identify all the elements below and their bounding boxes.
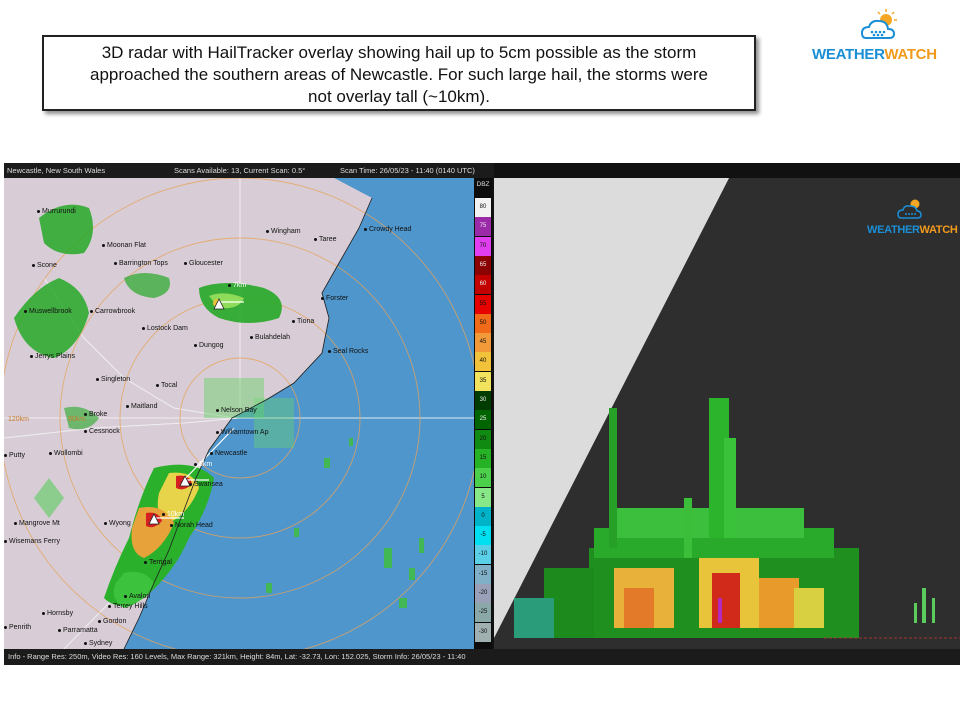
dbz-scale-cell: 80: [475, 198, 491, 217]
hail-height-label: 9km: [194, 461, 212, 468]
place-label: Sydney: [84, 640, 112, 647]
brand-word-weather: WEATHER: [867, 224, 920, 236]
dbz-scale-cell: 10: [475, 468, 491, 488]
cross-section-wordmark: WEATHERWATCH: [867, 224, 958, 236]
brand-word-watch: WATCH: [884, 46, 937, 63]
radar-scans: Scans Available: 13, Current Scan: 0.5°: [174, 166, 306, 175]
brand-word-weather: WEATHER: [812, 46, 885, 63]
cloud-sun-icon: [897, 199, 922, 219]
brand-word-watch: WATCH: [919, 224, 958, 236]
dbz-scale-cell: -25: [475, 603, 491, 623]
dbz-scale-cell: -10: [475, 545, 491, 565]
place-label: Maitland: [126, 403, 157, 410]
place-label: Taree: [314, 236, 337, 243]
cross-section-logo: WEATHERWATCH: [867, 195, 958, 240]
caption-box: 3D radar with HailTracker overlay showin…: [42, 35, 756, 111]
dbz-scale-cell: 75: [475, 217, 491, 237]
place-label: Avalon: [124, 593, 150, 600]
place-label: Dungog: [194, 342, 224, 349]
place-label: Seal Rocks: [328, 348, 368, 355]
dbz-scale-cell: 15: [475, 448, 491, 468]
brand-wordmark: WEATHERWATCH: [812, 46, 937, 63]
place-label: Barrington Tops: [114, 260, 168, 267]
dbz-scale-cell: -5: [475, 526, 491, 546]
slide: 3D radar with HailTracker overlay showin…: [0, 0, 960, 720]
radar-cross-section[interactable]: WEATHERWATCH: [494, 178, 960, 649]
place-label: Gordon: [98, 618, 126, 625]
dbz-color-scale: DBZ 80 75 70 65 60 55 50 45 40 35 30 25 20 15 10 5 0 -5 -1…: [474, 178, 492, 649]
place-label: Hornsby: [42, 610, 73, 617]
place-label: Wingham: [266, 228, 301, 235]
place-label: Lostock Dam: [142, 325, 188, 332]
dbz-scale-cell: 30: [475, 391, 491, 410]
place-label: Forster: [321, 295, 348, 302]
radar-viewer: Newcastle, New South Wales Scans Availab…: [4, 163, 960, 665]
dbz-scale-cell: 35: [475, 371, 491, 391]
place-label: Muswellbrook: [24, 308, 72, 315]
place-label: Jerrys Plains: [30, 353, 75, 360]
range-label-120km: 120km: [8, 416, 30, 423]
dbz-scale-cell: 20: [475, 429, 491, 449]
place-label: Cessnock: [84, 428, 120, 435]
place-label: Putty: [4, 452, 25, 459]
place-label: Moonan Flat: [102, 242, 146, 249]
radar-info-bar: Info - Range Res: 250m, Video Res: 160 L…: [4, 649, 960, 665]
place-label: Mangrove Mt: [14, 520, 60, 527]
caption-line-3: not overlay tall (~10km).: [308, 87, 490, 106]
dbz-scale-cell: 65: [475, 255, 491, 275]
dbz-scale-cell: -15: [475, 564, 491, 584]
dbz-scale-cell: 25: [475, 410, 491, 430]
caption-line-2: approached the southern areas of Newcast…: [90, 65, 708, 84]
place-label: Crowdy Head: [364, 226, 411, 233]
dbz-scale-cell: 40: [475, 352, 491, 372]
place-label: Tocal: [156, 382, 177, 389]
weatherwatch-logo: WEATHERWATCH: [812, 6, 952, 66]
hail-height-label: 10km: [162, 511, 184, 518]
place-label: Terrigal: [144, 559, 172, 566]
place-label: Williamtown Ap: [216, 429, 268, 436]
place-label: Norah Head: [170, 522, 213, 529]
dbz-scale-title: DBZ: [476, 181, 490, 188]
radar-status-bar: Newcastle, New South Wales Scans Availab…: [4, 163, 494, 178]
dbz-scale-cell: 5: [475, 487, 491, 507]
place-label: Broke: [84, 411, 107, 418]
radar-scan-time: Scan Time: 26/05/23 - 11:40 (0140 UTC): [340, 166, 475, 175]
range-label-90km: 90km: [68, 416, 86, 423]
place-label: Wyong: [104, 520, 131, 527]
place-label: Singleton: [96, 376, 130, 383]
place-label: Carrowbrook: [90, 308, 135, 315]
place-label: Murrurundi: [37, 208, 76, 215]
place-label: Terrey Hills: [108, 603, 148, 610]
place-label: Wollombi: [49, 450, 83, 457]
dbz-scale-cell: -20: [475, 584, 491, 603]
dbz-scale-cell: 60: [475, 275, 491, 295]
dbz-scale-cell: 55: [475, 294, 491, 314]
radar-map[interactable]: Murrurundi Moonan Flat Wingham Taree Cro…: [4, 178, 474, 649]
dbz-scale-cell: 70: [475, 236, 491, 256]
cloud-sun-icon: [860, 9, 897, 39]
place-label: Penrith: [4, 624, 31, 631]
place-label: Wisemans Ferry: [4, 538, 60, 545]
dbz-scale-cell: -30: [475, 622, 491, 642]
place-label: Scone: [32, 262, 57, 269]
place-label: Parramatta: [58, 627, 98, 634]
place-label: Nelson Bay: [216, 407, 257, 414]
dbz-scale-cell: 50: [475, 313, 491, 333]
place-label: Newcastle: [210, 450, 247, 457]
radar-location: Newcastle, New South Wales: [7, 166, 106, 175]
place-label: Bulahdelah: [250, 334, 290, 341]
caption-line-1: 3D radar with HailTracker overlay showin…: [101, 43, 697, 62]
place-label: Gloucester: [184, 260, 223, 267]
dbz-scale-cell: 0: [475, 506, 491, 526]
place-label: Tiona: [292, 318, 314, 325]
dbz-scale-cell: 45: [475, 333, 491, 353]
hail-height-label: 7km: [228, 282, 246, 289]
place-label: Swansea: [189, 481, 223, 488]
